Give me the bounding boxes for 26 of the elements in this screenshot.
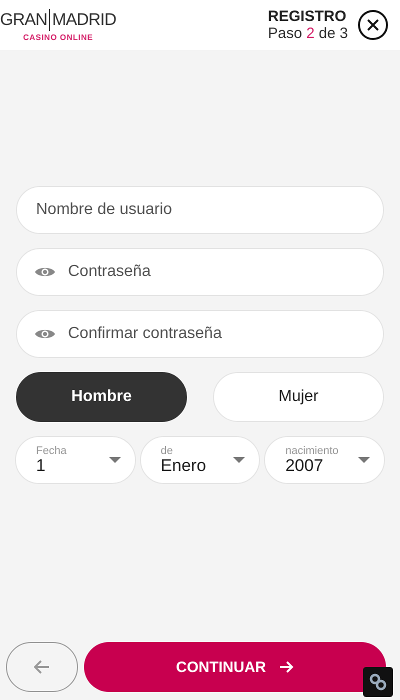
link-button[interactable]: [363, 667, 393, 697]
date-select[interactable]: nacimiento 2007: [264, 436, 386, 484]
close-icon: [366, 18, 380, 32]
link-icon: [368, 672, 388, 692]
caret-icon: [358, 457, 370, 463]
date-select[interactable]: de Enero: [140, 436, 260, 484]
caret-icon: [108, 457, 121, 463]
date-select[interactable]: Fecha 1: [15, 436, 136, 484]
back-arrow-icon: [34, 660, 50, 674]
logo-subtitle: CASINO ONLINE: [23, 32, 94, 42]
logo-text: GRAN: [0, 10, 48, 30]
input-field[interactable]: Nombre de usuario: [16, 186, 384, 234]
eye-icon[interactable]: [34, 327, 56, 341]
continue-button[interactable]: CONTINUAR: [84, 642, 386, 692]
caret-icon: [233, 457, 246, 463]
gender-option[interactable]: Hombre: [16, 372, 187, 422]
back-button[interactable]: [6, 642, 78, 692]
eye-icon[interactable]: [34, 265, 56, 279]
input-field[interactable]: Contraseña: [16, 248, 384, 296]
logo-text: MADRID: [52, 10, 116, 30]
close-button[interactable]: [358, 10, 388, 40]
gender-option[interactable]: Mujer: [213, 372, 384, 422]
arrow-icon: [280, 661, 294, 673]
input-field[interactable]: Confirmar contraseña: [16, 310, 384, 358]
step-indicator: Paso 2 de 3: [268, 25, 348, 42]
page-title: REGISTRO: [268, 8, 348, 25]
